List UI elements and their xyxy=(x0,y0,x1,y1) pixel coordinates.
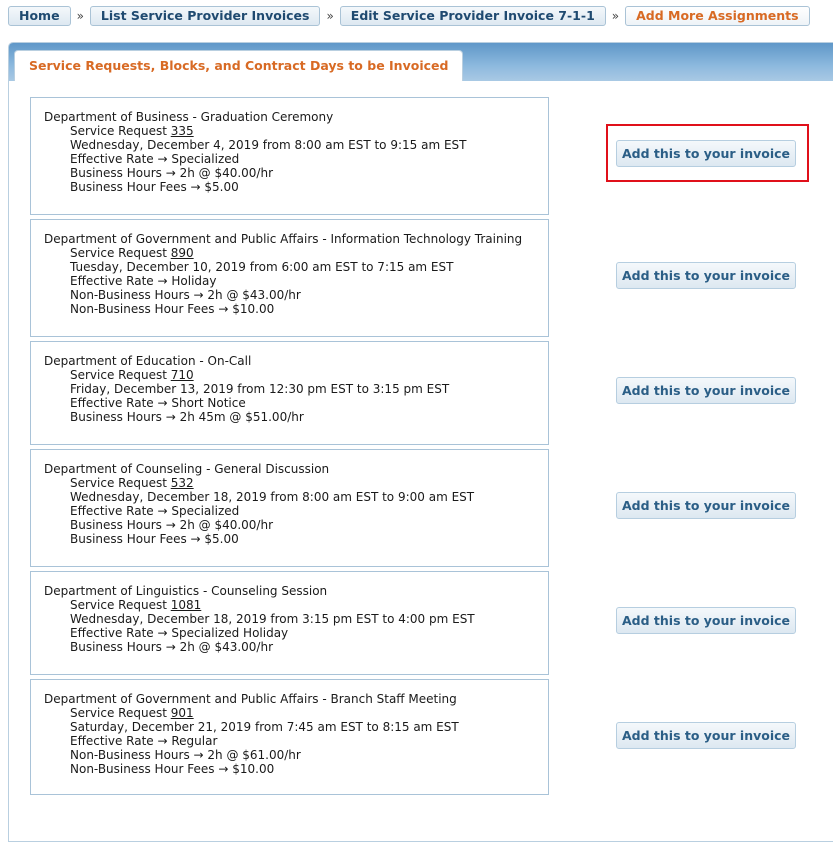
add-to-invoice-button[interactable]: Add this to your invoice xyxy=(616,377,796,404)
sr-label: Service Request xyxy=(70,124,171,138)
request-hours: Non-Business Hours → 2h @ $43.00/hr xyxy=(70,288,301,302)
request-card: Department of Government and Public Affa… xyxy=(30,219,549,337)
request-date: Wednesday, December 18, 2019 from 3:15 p… xyxy=(70,612,475,626)
sr-label: Service Request xyxy=(70,476,171,490)
request-rate: Effective Rate → Holiday xyxy=(70,274,217,288)
request-hours: Business Hours → 2h @ $40.00/hr xyxy=(70,166,274,180)
request-rate: Effective Rate → Specialized xyxy=(70,504,240,518)
request-fees: Business Hour Fees → $5.00 xyxy=(70,180,239,194)
request-card: Department of Linguistics - Counseling S… xyxy=(30,571,549,675)
service-request-link[interactable]: 710 xyxy=(171,368,194,382)
request-sr-line: Service Request 901 xyxy=(44,706,538,720)
request-sr-line: Service Request 335 xyxy=(44,124,538,138)
request-rate: Effective Rate → Specialized Holiday xyxy=(70,626,289,640)
breadcrumb-add-assignments[interactable]: Add More Assignments xyxy=(625,6,810,26)
request-sr-line: Service Request 1081 xyxy=(44,598,538,612)
request-department: Department of Counseling - General Discu… xyxy=(44,462,330,476)
request-date: Wednesday, December 4, 2019 from 8:00 am… xyxy=(70,138,467,152)
sr-label: Service Request xyxy=(70,368,171,382)
breadcrumb-separator: » xyxy=(326,9,334,23)
request-hours: Business Hours → 2h 45m @ $51.00/hr xyxy=(70,410,304,424)
add-to-invoice-button[interactable]: Add this to your invoice xyxy=(616,722,796,749)
breadcrumb-list-invoices[interactable]: List Service Provider Invoices xyxy=(89,6,321,26)
request-card: Department of Education - On-Call Servic… xyxy=(30,341,549,445)
request-card: Department of Counseling - General Discu… xyxy=(30,449,549,567)
request-hours: Business Hours → 2h @ $43.00/hr xyxy=(70,640,274,654)
request-date: Wednesday, December 18, 2019 from 8:00 a… xyxy=(70,490,475,504)
request-department: Department of Business - Graduation Cere… xyxy=(44,110,334,124)
sr-label: Service Request xyxy=(70,246,171,260)
service-request-link[interactable]: 532 xyxy=(171,476,194,490)
request-department: Department of Education - On-Call xyxy=(44,354,252,368)
request-sr-line: Service Request 532 xyxy=(44,476,538,490)
sr-label: Service Request xyxy=(70,706,171,720)
request-date: Tuesday, December 10, 2019 from 6:00 am … xyxy=(70,260,454,274)
breadcrumb: Home » List Service Provider Invoices » … xyxy=(8,6,810,26)
breadcrumb-edit-invoice[interactable]: Edit Service Provider Invoice 7-1-1 xyxy=(339,6,606,26)
request-card: Department of Business - Graduation Cere… xyxy=(30,97,549,215)
breadcrumb-separator: » xyxy=(611,9,620,23)
request-fees: Business Hour Fees → $5.00 xyxy=(70,532,239,546)
service-request-link[interactable]: 901 xyxy=(171,706,194,720)
request-card: Department of Government and Public Affa… xyxy=(30,679,549,795)
request-sr-line: Service Request 710 xyxy=(44,368,538,382)
request-rate: Effective Rate → Specialized xyxy=(70,152,240,166)
service-request-link[interactable]: 890 xyxy=(171,246,194,260)
request-hours: Business Hours → 2h @ $40.00/hr xyxy=(70,518,274,532)
service-request-link[interactable]: 335 xyxy=(171,124,194,138)
tab-service-requests[interactable]: Service Requests, Blocks, and Contract D… xyxy=(14,50,464,81)
sr-label: Service Request xyxy=(70,598,171,612)
request-department: Department of Government and Public Affa… xyxy=(44,692,457,706)
add-to-invoice-button[interactable]: Add this to your invoice xyxy=(616,607,796,634)
request-hours: Non-Business Hours → 2h @ $61.00/hr xyxy=(70,748,301,762)
highlight-box xyxy=(606,124,809,182)
request-department: Department of Linguistics - Counseling S… xyxy=(44,584,328,598)
request-fees: Non-Business Hour Fees → $10.00 xyxy=(70,762,275,776)
add-to-invoice-button[interactable]: Add this to your invoice xyxy=(616,262,796,289)
request-rate: Effective Rate → Regular xyxy=(70,734,218,748)
add-to-invoice-button[interactable]: Add this to your invoice xyxy=(616,492,796,519)
request-rate: Effective Rate → Short Notice xyxy=(70,396,246,410)
request-date: Friday, December 13, 2019 from 12:30 pm … xyxy=(70,382,450,396)
request-department: Department of Government and Public Affa… xyxy=(44,232,523,246)
request-sr-line: Service Request 890 xyxy=(44,246,538,260)
breadcrumb-home[interactable]: Home xyxy=(8,6,71,26)
service-request-link[interactable]: 1081 xyxy=(171,598,202,612)
breadcrumb-separator: » xyxy=(76,9,84,23)
request-date: Saturday, December 21, 2019 from 7:45 am… xyxy=(70,720,459,734)
request-fees: Non-Business Hour Fees → $10.00 xyxy=(70,302,275,316)
tab-bar: Service Requests, Blocks, and Contract D… xyxy=(9,43,833,81)
